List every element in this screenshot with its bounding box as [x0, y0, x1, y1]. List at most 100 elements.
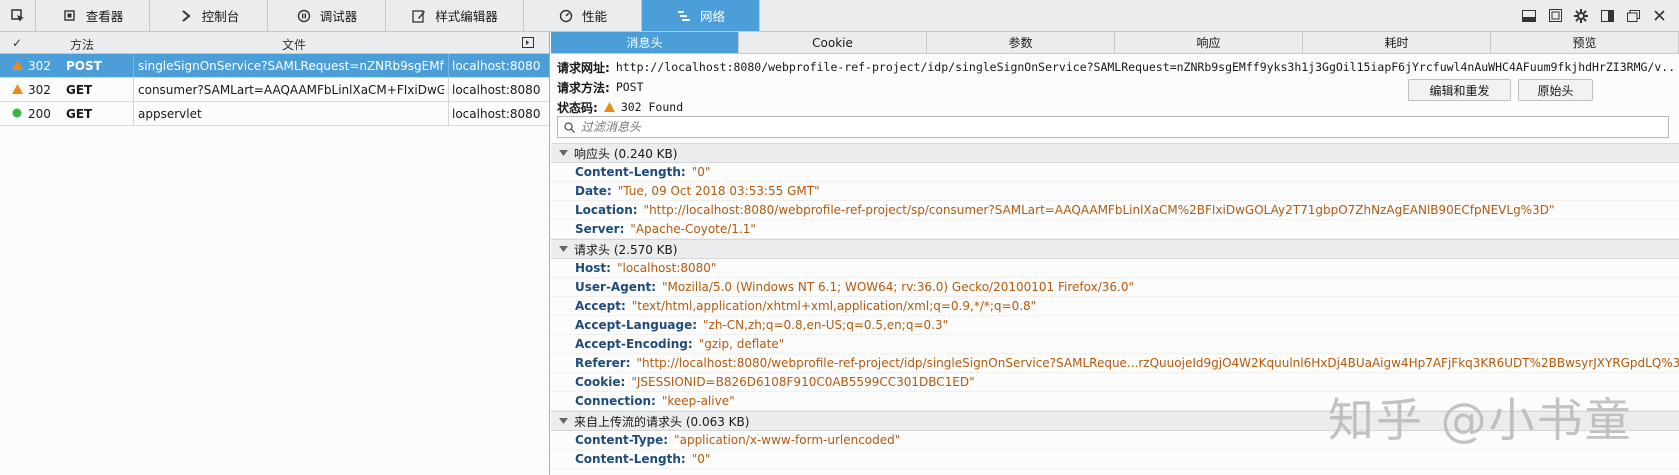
warning-triangle-icon	[12, 84, 23, 94]
success-dot-icon	[12, 108, 22, 118]
header-name: User-Agent:	[575, 280, 657, 294]
status-code-label: 状态码:	[557, 100, 598, 115]
header-name: Content-Length:	[575, 165, 686, 179]
header-value: "0"	[691, 452, 711, 466]
header-name: Accept-Encoding:	[575, 337, 693, 351]
request-domain: localhost:8080	[452, 107, 541, 121]
split-console-icon[interactable]	[1521, 8, 1537, 24]
gear-icon[interactable]	[1573, 8, 1589, 24]
header-row: Referer: "http://localhost:8080/webprofil…	[551, 354, 1679, 373]
warning-triangle-icon	[603, 102, 615, 112]
header-row: Host: "localhost:8080"	[551, 259, 1679, 278]
request-url-value: http://localhost:8080/webprofile-ref-pro…	[615, 60, 1673, 74]
request-list-header: ✓ 方法 文件	[0, 32, 549, 54]
header-value: "gzip, deflate"	[698, 337, 785, 351]
tab-console-label: 控制台	[201, 9, 240, 24]
header-row: Server: "Apache-Coyote/1.1"	[551, 220, 1679, 239]
request-row[interactable]: 200 GET appservlet localhost:8080	[0, 102, 549, 126]
request-status: 302	[28, 83, 51, 97]
header-row: Accept: "text/html,application/xhtml+xml,…	[551, 297, 1679, 316]
toolbar-actions	[1521, 0, 1679, 31]
request-method: POST	[66, 59, 102, 73]
chevron-down-icon	[559, 418, 568, 424]
separate-window-icon[interactable]	[1625, 8, 1641, 24]
request-url-line: 请求网址: http://localhost:8080/webprofile-r…	[557, 57, 1673, 77]
header-row: Location: "http://localhost:8080/webprofi…	[551, 201, 1679, 220]
method-column-header[interactable]: 方法	[70, 36, 94, 53]
header-value: "Tue, 09 Oct 2018 03:53:55 GMT"	[617, 184, 820, 198]
toggle-sidebar-icon[interactable]	[522, 37, 534, 51]
network-icon	[676, 8, 692, 24]
request-domain: localhost:8080	[452, 59, 541, 73]
status-column-icon[interactable]: ✓	[12, 36, 22, 50]
performance-icon	[558, 8, 574, 24]
status-code-value: 302 Found	[620, 100, 684, 114]
raw-headers-button[interactable]: 原始头	[1518, 79, 1593, 101]
inspector-icon	[62, 8, 78, 24]
request-row[interactable]: 302 POST singleSignOnService?SAMLRequest…	[0, 54, 549, 78]
request-status: 302	[28, 59, 51, 73]
tab-console[interactable]: 控制台	[150, 0, 268, 31]
header-value: "0"	[691, 165, 711, 179]
header-name: Cookie:	[575, 375, 626, 389]
warning-triangle-icon	[12, 60, 23, 70]
tab-debugger-label: 调试器	[319, 9, 358, 24]
header-name: Content-Type:	[575, 433, 669, 447]
tab-headers[interactable]: 消息头	[551, 32, 739, 53]
request-list-panel: ✓ 方法 文件 302 POST singleSignOnService?SAM…	[0, 32, 550, 475]
chevron-down-icon	[559, 150, 568, 156]
response-headers-section-toggle[interactable]: 响应头 (0.240 KB)	[551, 143, 1679, 163]
filter-headers-input[interactable]	[581, 120, 1668, 134]
watermark: 知乎 @小书童	[1328, 393, 1633, 447]
request-status: 200	[28, 107, 51, 121]
tab-timings[interactable]: 耗时	[1303, 32, 1491, 53]
element-picker-button[interactable]	[0, 0, 36, 31]
request-file: appservlet	[138, 107, 202, 121]
picker-icon	[10, 8, 24, 22]
header-value: "application/x-www-form-urlencoded"	[674, 433, 901, 447]
tab-style-editor[interactable]: 样式编辑器	[386, 0, 524, 31]
request-method-label: 请求方法:	[557, 80, 610, 95]
header-name: Date:	[575, 184, 612, 198]
tab-inspector-label: 查看器	[85, 9, 124, 24]
tab-preview[interactable]: 预览	[1491, 32, 1679, 53]
filter-headers-field[interactable]	[557, 116, 1669, 138]
responsive-design-icon[interactable]	[1547, 8, 1563, 24]
request-headers-section-toggle[interactable]: 请求头 (2.570 KB)	[551, 239, 1679, 259]
tab-performance[interactable]: 性能	[524, 0, 642, 31]
section-title: 请求头 (2.570 KB)	[574, 242, 678, 257]
tab-network-label: 网络	[699, 9, 725, 24]
file-column-header[interactable]: 文件	[282, 36, 306, 53]
close-icon[interactable]	[1651, 8, 1667, 24]
tab-cookies[interactable]: Cookie	[739, 32, 927, 53]
request-row[interactable]: 302 GET consumer?SAMLart=AAQAAMFbLinlXaC…	[0, 78, 549, 102]
header-name: Host:	[575, 261, 611, 275]
header-row: Accept-Language: "zh-CN,zh;q=0.8,en-US;q=…	[551, 316, 1679, 335]
header-value: "zh-CN,zh;q=0.8,en-US;q=0.5,en;q=0.3"	[703, 318, 949, 332]
header-row: User-Agent: "Mozilla/5.0 (Windows NT 6.1;…	[551, 278, 1679, 297]
request-url-label: 请求网址:	[557, 60, 610, 75]
header-value: "Mozilla/5.0 (Windows NT 6.1; WOW64; rv:…	[662, 280, 1134, 294]
tab-params[interactable]: 参数	[927, 32, 1115, 53]
header-row: Content-Length: "0"	[551, 163, 1679, 182]
edit-resend-button[interactable]: 编辑和重发	[1408, 79, 1511, 101]
request-file: singleSignOnService?SAMLRequest=nZNRb9sg…	[138, 59, 444, 73]
header-name: Accept:	[575, 299, 626, 313]
header-value: "localhost:8080"	[616, 261, 717, 275]
tab-performance-label: 性能	[581, 9, 607, 24]
tab-inspector[interactable]: 查看器	[36, 0, 150, 31]
header-value: "Apache-Coyote/1.1"	[630, 222, 756, 236]
header-value: "JSESSIONID=B826D6108F910C0AB5599CC301DB…	[631, 375, 975, 389]
tab-network[interactable]: 网络	[642, 0, 760, 31]
tab-debugger[interactable]: 调试器	[268, 0, 386, 31]
request-method: GET	[66, 107, 93, 121]
request-method-value: POST	[615, 80, 644, 94]
header-value: "http://localhost:8080/webprofile-ref-pr…	[636, 356, 1679, 370]
header-name: Location:	[575, 203, 638, 217]
tab-response[interactable]: 响应	[1115, 32, 1303, 53]
header-row: Content-Length: "0"	[551, 450, 1679, 469]
header-name: Server:	[575, 222, 625, 236]
dock-side-icon[interactable]	[1599, 8, 1615, 24]
console-icon	[178, 8, 194, 24]
header-name: Accept-Language:	[575, 318, 698, 332]
